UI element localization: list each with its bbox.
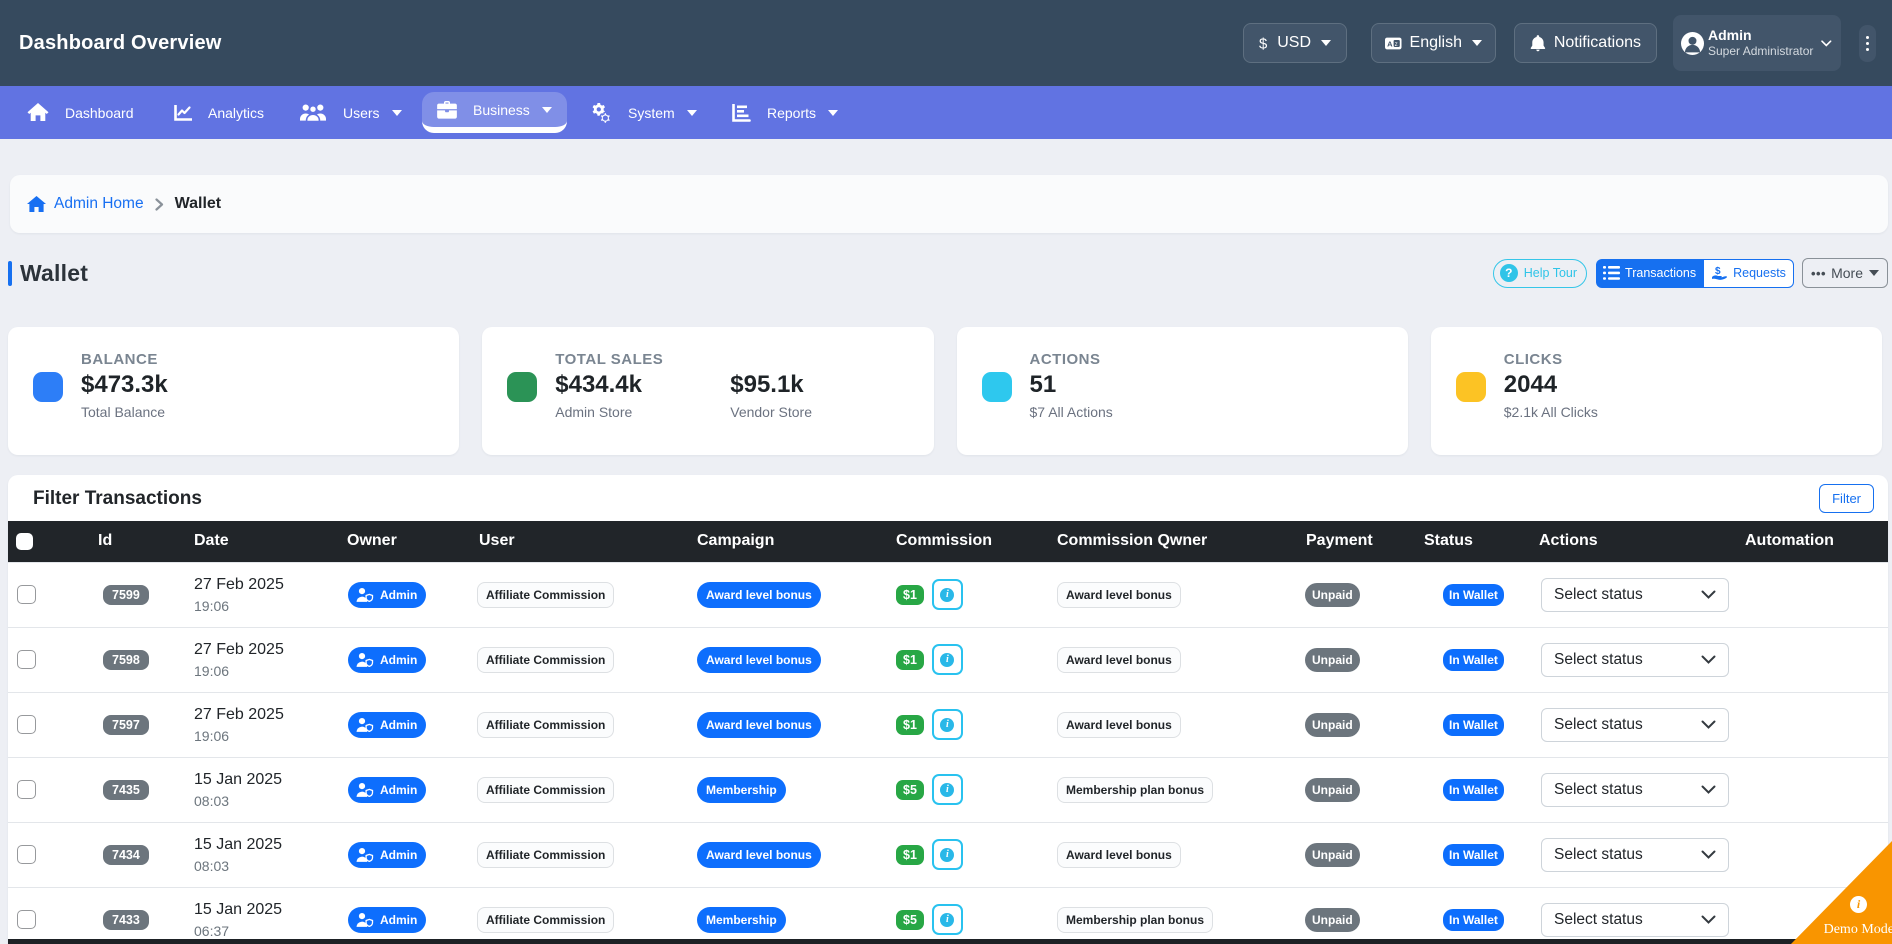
svg-text:A: A bbox=[1387, 39, 1393, 48]
svg-text:z: z bbox=[1395, 40, 1398, 47]
svg-text:$: $ bbox=[1715, 266, 1721, 277]
svg-text:$: $ bbox=[1259, 36, 1268, 52]
